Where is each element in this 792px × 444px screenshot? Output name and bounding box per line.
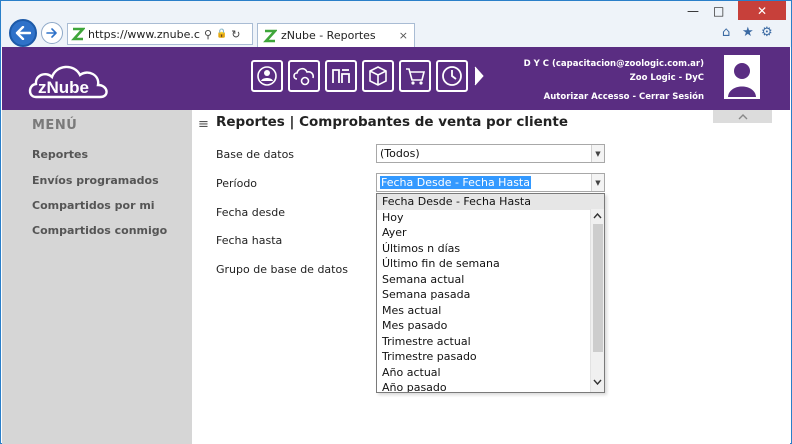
arrow-right-icon xyxy=(46,28,57,38)
znube-favicon-icon xyxy=(71,27,85,41)
users-button[interactable] xyxy=(251,60,283,92)
address-bar[interactable]: https://www.znube.com... ⚲ 🔒 ↻ xyxy=(67,23,253,45)
box-icon xyxy=(369,66,387,86)
cart-icon xyxy=(406,68,426,85)
periodo-option[interactable]: Trimestre actual xyxy=(377,334,604,350)
periodo-dropdown-list[interactable]: Fecha Desde - Fecha Hasta Hoy Ayer Últim… xyxy=(376,193,605,393)
grupo-base-datos-label: Grupo de base de datos xyxy=(216,263,348,276)
znube-favicon-icon xyxy=(263,29,277,42)
user-info: D Y C (capacitacion@zoologic.com.ar) Zoo… xyxy=(524,57,704,104)
periodo-option[interactable]: Mes pasado xyxy=(377,318,604,334)
hamburger-menu-icon[interactable]: ≡ xyxy=(198,117,209,132)
app-header: zNube D Y C (capacitacion@zoologic.com.a… xyxy=(2,47,790,110)
periodo-option[interactable]: Mes actual xyxy=(377,303,604,319)
periodo-value: Fecha Desde - Fecha Hasta xyxy=(380,176,531,189)
main-content: ≡ Reportes | Comprobantes de venta por c… xyxy=(192,110,790,444)
lock-icon: 🔒 xyxy=(216,29,228,39)
sidebar: MENÚ Reportes Envíos programados Compart… xyxy=(2,110,192,444)
chevron-up-icon xyxy=(738,113,747,119)
user-company: Zoo Logic - DyC xyxy=(629,73,704,83)
cloud-settings-button[interactable] xyxy=(288,60,320,92)
logout-link[interactable]: Cerrar Sesión xyxy=(639,92,704,102)
toolbar-next-button[interactable] xyxy=(473,60,487,92)
periodo-label: Período xyxy=(216,177,258,190)
url-text: https://www.znube.com... xyxy=(88,27,200,41)
sidebar-item-compartidos-conmigo[interactable]: Compartidos conmigo xyxy=(32,224,167,237)
scroll-up-icon[interactable] xyxy=(591,209,604,222)
browser-window: — □ ✕ https://www.znube.com... ⚲ 🔒 ↻ xyxy=(0,0,792,444)
periodo-option[interactable]: Semana actual xyxy=(377,272,604,288)
sales-button[interactable] xyxy=(399,60,431,92)
periodo-select[interactable]: Fecha Desde - Fecha Hasta ▼ xyxy=(376,173,605,192)
dropdown-scrollbar[interactable] xyxy=(590,209,604,392)
collapse-header-button[interactable] xyxy=(713,110,772,123)
arrow-left-icon xyxy=(15,26,31,40)
page-title: Reportes | Comprobantes de venta por cli… xyxy=(216,114,568,130)
history-button[interactable] xyxy=(436,60,468,92)
chevron-right-icon xyxy=(474,66,484,86)
dropdown-arrow-icon[interactable]: ▼ xyxy=(591,174,604,191)
maximize-button[interactable]: □ xyxy=(713,4,724,18)
scroll-thumb[interactable] xyxy=(593,224,603,352)
periodo-option[interactable]: Año pasado xyxy=(377,380,604,392)
home-icon[interactable]: ⌂ xyxy=(722,25,730,40)
reports-button[interactable] xyxy=(325,60,357,92)
fecha-desde-label: Fecha desde xyxy=(216,206,285,219)
menu-title: MENÚ xyxy=(32,118,78,133)
browser-tab[interactable]: zNube - Reportes × xyxy=(257,23,415,47)
user-gear-icon xyxy=(257,66,277,86)
scroll-down-icon[interactable] xyxy=(591,375,604,388)
app-toolbar xyxy=(251,60,487,92)
fecha-hasta-label: Fecha hasta xyxy=(216,234,283,247)
user-email: D Y C (capacitacion@zoologic.com.ar) xyxy=(523,59,704,69)
search-icon[interactable]: ⚲ xyxy=(204,28,212,41)
link-separator: - xyxy=(629,92,639,102)
authorize-access-link[interactable]: Autorizar Accesso xyxy=(544,92,630,102)
avatar[interactable] xyxy=(724,55,760,99)
sidebar-item-compartidos-por-mi[interactable]: Compartidos por mi xyxy=(32,199,155,212)
periodo-option[interactable]: Trimestre pasado xyxy=(377,349,604,365)
close-window-button[interactable]: ✕ xyxy=(738,1,786,20)
sidebar-item-reportes[interactable]: Reportes xyxy=(32,148,88,161)
base-datos-label: Base de datos xyxy=(216,148,295,161)
cloud-gear-icon xyxy=(293,67,314,86)
user-avatar-icon xyxy=(728,63,756,97)
clock-icon xyxy=(442,66,462,86)
periodo-option[interactable]: Últimos n días xyxy=(377,241,604,257)
browser-chrome: — □ ✕ https://www.znube.com... ⚲ 🔒 ↻ xyxy=(1,1,791,47)
dropdown-arrow-icon[interactable]: ▼ xyxy=(591,145,604,162)
base-datos-value: (Todos) xyxy=(380,147,420,160)
periodo-option[interactable]: Fecha Desde - Fecha Hasta xyxy=(377,194,604,210)
tab-close-icon[interactable]: × xyxy=(399,29,408,42)
forward-button[interactable] xyxy=(41,22,63,44)
brand-text: zNube xyxy=(38,78,89,97)
periodo-option[interactable]: Hoy xyxy=(377,210,604,226)
products-button[interactable] xyxy=(362,60,394,92)
periodo-option[interactable]: Año actual xyxy=(377,365,604,381)
znube-logo[interactable]: zNube xyxy=(26,55,116,101)
minimize-button[interactable]: — xyxy=(687,4,699,18)
report-icon xyxy=(332,69,350,83)
sidebar-item-envios-programados[interactable]: Envíos programados xyxy=(32,174,159,187)
settings-gear-icon[interactable]: ⚙ xyxy=(761,25,773,40)
refresh-icon[interactable]: ↻ xyxy=(231,28,240,41)
back-button[interactable] xyxy=(9,19,37,47)
tab-title: zNube - Reportes xyxy=(281,29,376,42)
periodo-option[interactable]: Último fin de semana xyxy=(377,256,604,272)
periodo-option[interactable]: Ayer xyxy=(377,225,604,241)
favorites-star-icon[interactable]: ★ xyxy=(742,25,754,40)
periodo-option[interactable]: Semana pasada xyxy=(377,287,604,303)
base-datos-select[interactable]: (Todos) ▼ xyxy=(376,144,605,163)
